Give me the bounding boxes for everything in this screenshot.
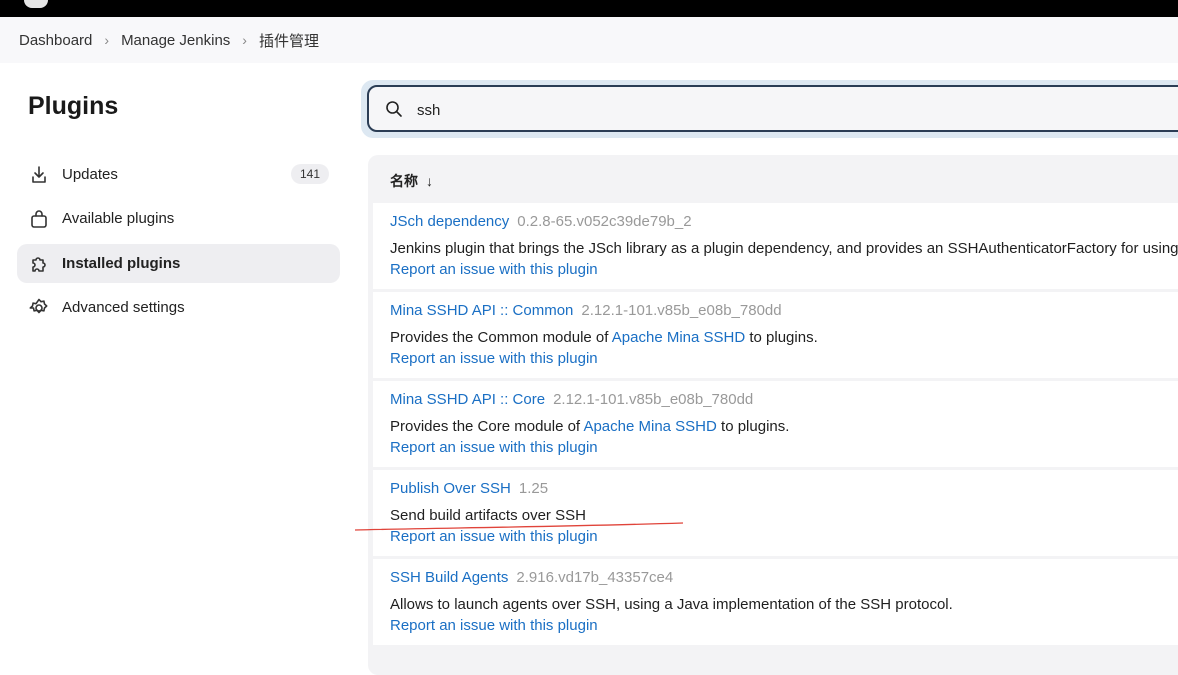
updates-count-badge: 141: [290, 164, 329, 184]
report-issue-link[interactable]: Report an issue with this plugin: [390, 261, 598, 278]
sidebar-item-updates[interactable]: Updates 141: [17, 155, 340, 194]
plugin-version: 2.12.1-101.v85b_e08b_780dd: [553, 391, 754, 408]
table-row: Mina SSHD API :: Common 2.12.1-101.v85b_e…: [373, 292, 1178, 378]
search-input[interactable]: [415, 95, 1119, 125]
search-bar[interactable]: [367, 85, 1178, 132]
breadcrumb-manage-jenkins[interactable]: Manage Jenkins: [109, 32, 230, 49]
plugins-table: 名称 ↓ JSch dependency 0.2.8-65.v052c39de79b…: [368, 155, 1178, 675]
puzzle-icon: [28, 253, 50, 275]
red-underline-annotation: [355, 522, 683, 531]
plugin-version: 0.2.8-65.v052c39de79b_2: [517, 213, 692, 230]
sidebar-item-available-plugins[interactable]: Available plugins: [17, 199, 340, 238]
sidebar-item-label: Advanced settings: [62, 299, 185, 316]
search-icon: [385, 100, 403, 118]
plugin-version: 2.12.1-101.v85b_e08b_780dd: [581, 302, 782, 319]
plugin-name-link[interactable]: SSH Build Agents: [390, 569, 508, 586]
column-header-name[interactable]: 名称 ↓: [390, 171, 433, 191]
shopping-bag-icon: [28, 208, 50, 230]
plugin-name-link[interactable]: JSch dependency: [390, 213, 509, 230]
sidebar-item-label: Updates: [62, 166, 118, 183]
plugin-description: Jenkins plugin that brings the JSch libr…: [390, 240, 1178, 257]
breadcrumb-plugin-manager[interactable]: 插件管理: [247, 30, 319, 51]
plugin-version: 2.916.vd17b_43357ce4: [516, 569, 674, 586]
sidebar-item-installed-plugins[interactable]: Installed plugins: [17, 244, 340, 283]
plugin-description: Allows to launch agents over SSH, using …: [390, 596, 953, 613]
download-icon: [28, 164, 50, 186]
top-header-bar: [0, 0, 1178, 17]
sort-arrow-icon: ↓: [426, 173, 433, 189]
plugin-description: Provides the Core module of Apache Mina …: [390, 418, 790, 435]
table-row: Publish Over SSH 1.25 Send build artifact…: [373, 470, 1178, 556]
page-title: Plugins: [28, 92, 119, 120]
jenkins-logo-icon[interactable]: [24, 0, 48, 8]
plugin-description: Provides the Common module of Apache Min…: [390, 329, 818, 346]
report-issue-link[interactable]: Report an issue with this plugin: [390, 350, 598, 367]
plugin-name-link[interactable]: Mina SSHD API :: Common: [390, 302, 573, 319]
table-row: Mina SSHD API :: Core 2.12.1-101.v85b_e08…: [373, 381, 1178, 467]
sidebar-item-advanced-settings[interactable]: Advanced settings: [17, 288, 340, 327]
plugin-name-link[interactable]: Publish Over SSH: [390, 480, 511, 497]
report-issue-link[interactable]: Report an issue with this plugin: [390, 439, 598, 456]
sidebar-item-label: Available plugins: [62, 210, 175, 227]
plugin-name-link[interactable]: Mina SSHD API :: Core: [390, 391, 545, 408]
breadcrumb-dashboard[interactable]: Dashboard: [0, 32, 92, 49]
apache-mina-link[interactable]: Apache Mina SSHD: [583, 418, 716, 435]
sidebar-item-label: Installed plugins: [62, 255, 181, 272]
plugin-version: 1.25: [518, 480, 549, 497]
apache-mina-link[interactable]: Apache Mina SSHD: [612, 329, 745, 346]
table-row: JSch dependency 0.2.8-65.v052c39de79b_2 J…: [373, 203, 1178, 289]
gear-icon: [28, 297, 50, 319]
report-issue-link[interactable]: Report an issue with this plugin: [390, 617, 598, 634]
table-row: SSH Build Agents 2.916.vd17b_43357ce4 All…: [373, 559, 1178, 645]
breadcrumb: Dashboard › Manage Jenkins › 插件管理: [0, 17, 1178, 63]
